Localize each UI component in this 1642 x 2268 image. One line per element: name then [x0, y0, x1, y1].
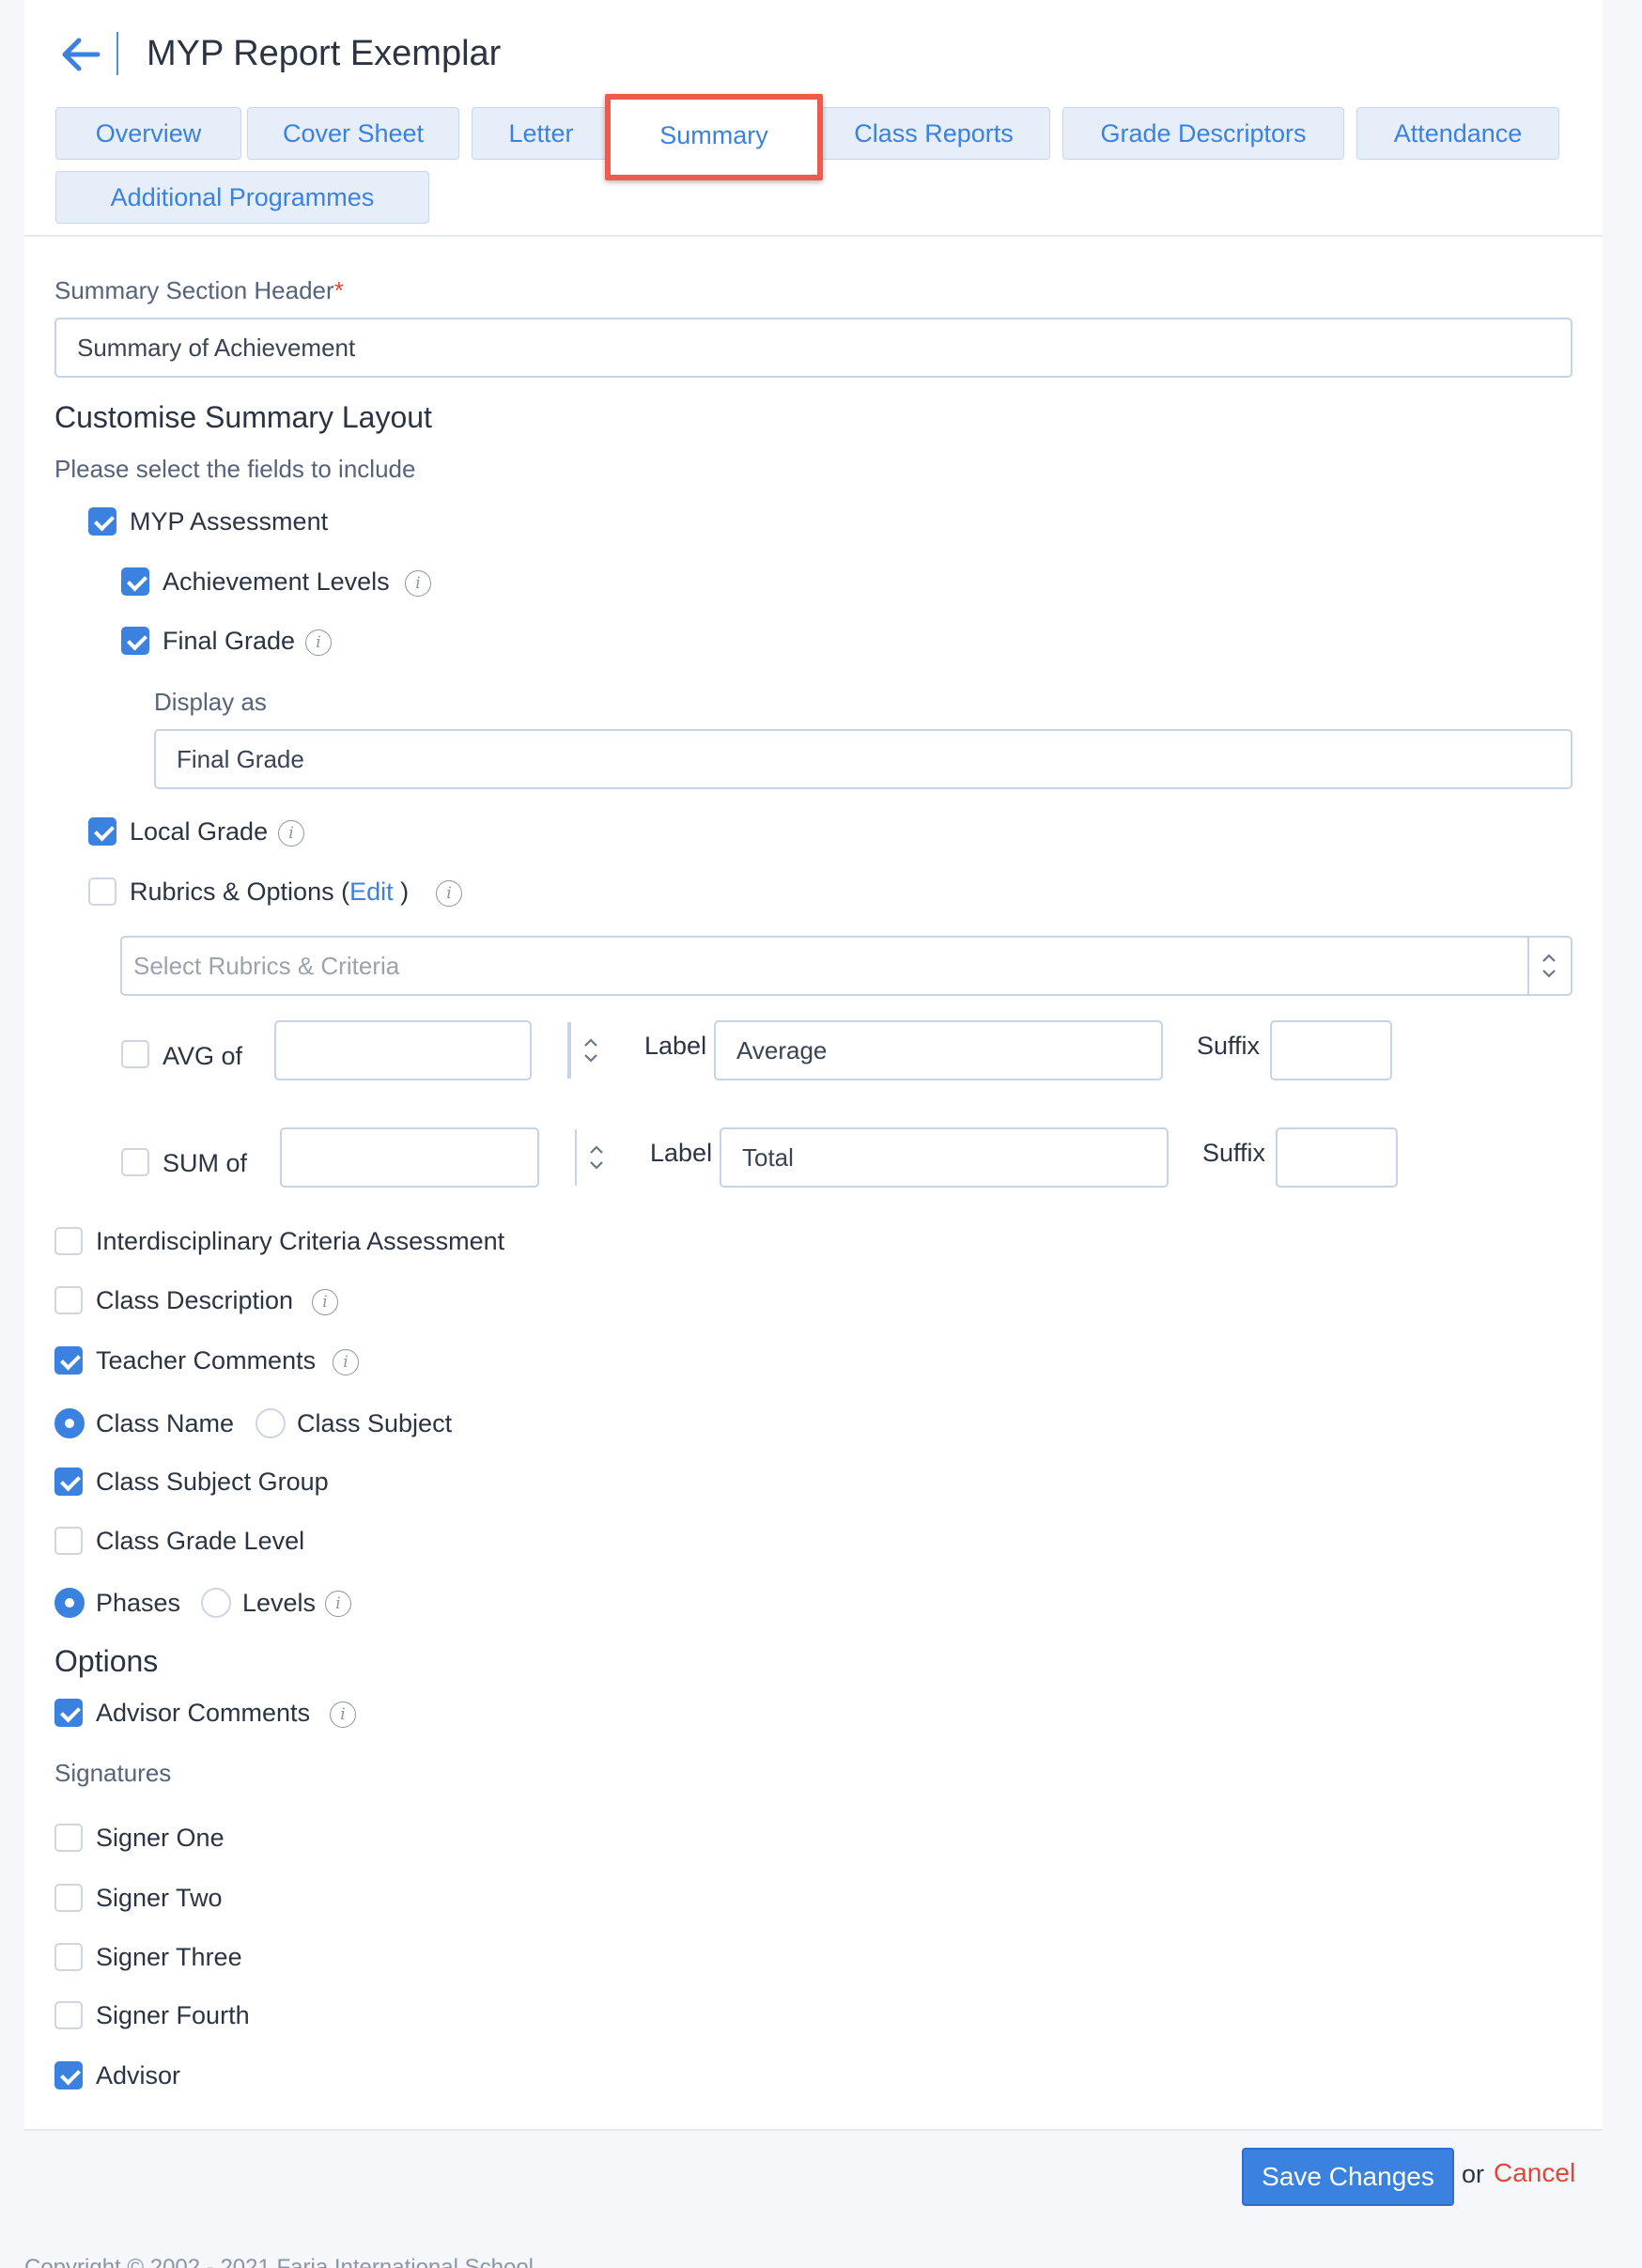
report-settings-card: MYP Report Exemplar Overview Cover Sheet… [24, 0, 1603, 2225]
tab-additional-programmes[interactable]: Additional Programmes [55, 171, 429, 224]
class-subject-group-checkbox[interactable] [54, 1468, 83, 1496]
sum-of-label: SUM of [163, 1149, 248, 1177]
header-divider [116, 32, 118, 75]
class-name-label: Class Name [96, 1409, 235, 1437]
rubrics-edit-link[interactable]: Edit [349, 878, 394, 906]
class-grade-level-label: Class Grade Level [96, 1527, 305, 1555]
avg-suffix-text: Suffix [1197, 1032, 1261, 1060]
class-description-checkbox[interactable] [54, 1286, 83, 1314]
signer-fourth-label: Signer Fourth [96, 2001, 250, 2029]
avg-label-text: Label [644, 1032, 707, 1060]
final-grade-checkbox[interactable] [121, 627, 149, 655]
interdisciplinary-label: Interdisciplinary Criteria Assessment [96, 1227, 505, 1255]
class-grade-level-checkbox[interactable] [54, 1527, 83, 1555]
signatures-title: Signatures [54, 1759, 172, 1787]
avg-suffix-input[interactable] [1270, 1020, 1392, 1080]
info-icon[interactable]: i [325, 1591, 351, 1617]
class-description-label: Class Description [96, 1286, 294, 1314]
display-as-label: Display as [154, 688, 267, 716]
final-grade-label: Final Grade [163, 627, 296, 655]
advisor-label: Advisor [96, 2061, 181, 2089]
signer-three-label: Signer Three [96, 1943, 242, 1971]
sum-label-text: Label [650, 1139, 713, 1167]
phases-label: Phases [96, 1589, 181, 1617]
avg-of-label: AVG of [163, 1042, 243, 1070]
signer-two-checkbox[interactable] [54, 1884, 83, 1912]
copyright-text: Copyright © 2002 - 2021 Faria Internatio… [24, 2255, 534, 2268]
sum-label-input[interactable]: Total [720, 1127, 1169, 1188]
teacher-comments-label: Teacher Comments [96, 1346, 317, 1375]
phases-radio[interactable] [54, 1588, 85, 1618]
signer-three-checkbox[interactable] [54, 1943, 83, 1971]
active-tab-highlight [605, 94, 823, 180]
select-updown-icon[interactable] [1527, 938, 1569, 994]
local-grade-checkbox[interactable] [88, 817, 116, 846]
achievement-levels-checkbox[interactable] [121, 567, 149, 596]
sum-of-number-input[interactable] [280, 1127, 539, 1188]
avg-label-input[interactable]: Average [714, 1020, 1163, 1080]
info-icon[interactable]: i [278, 820, 304, 847]
options-title: Options [54, 1644, 159, 1678]
tab-attendance[interactable]: Attendance [1356, 107, 1559, 160]
customise-layout-title: Customise Summary Layout [54, 400, 432, 434]
tabs-divider [24, 235, 1603, 237]
levels-radio[interactable] [201, 1588, 231, 1618]
save-changes-button[interactable]: Save Changes [1242, 2148, 1454, 2206]
advisor-checkbox[interactable] [54, 2061, 83, 2089]
number-spinner-icon[interactable] [569, 1022, 611, 1079]
class-subject-radio[interactable] [256, 1408, 286, 1438]
rubrics-options-label: Rubrics & Options (Edit ) [130, 876, 409, 908]
tab-overview[interactable]: Overview [55, 107, 241, 160]
achievement-levels-label: Achievement Levels [163, 567, 390, 596]
myp-assessment-label: MYP Assessment [130, 507, 329, 536]
advisor-comments-checkbox[interactable] [54, 1699, 83, 1727]
myp-assessment-checkbox[interactable] [88, 507, 116, 536]
tab-grade-descriptors[interactable]: Grade Descriptors [1062, 107, 1344, 160]
page-title: MYP Report Exemplar [147, 34, 502, 73]
levels-label: Levels [242, 1589, 317, 1617]
advisor-comments-label: Advisor Comments [96, 1699, 311, 1727]
back-arrow-icon[interactable] [53, 28, 109, 81]
class-name-radio[interactable] [54, 1408, 85, 1438]
local-grade-label: Local Grade [130, 817, 269, 846]
tab-class-reports[interactable]: Class Reports [817, 107, 1050, 160]
sum-of-checkbox[interactable] [121, 1148, 149, 1176]
rubrics-label-suffix: ) [393, 878, 410, 906]
teacher-comments-checkbox[interactable] [54, 1346, 83, 1375]
display-as-input[interactable]: Final Grade [154, 729, 1572, 789]
sum-suffix-text: Suffix [1202, 1139, 1266, 1167]
signer-two-label: Signer Two [96, 1884, 223, 1912]
tab-letter[interactable]: Letter [472, 107, 611, 160]
signer-one-label: Signer One [96, 1824, 225, 1852]
summary-header-input[interactable]: Summary of Achievement [54, 318, 1572, 378]
info-icon[interactable]: i [436, 880, 462, 907]
signer-one-checkbox[interactable] [54, 1824, 83, 1852]
rubrics-label-prefix: Rubrics & Options ( [130, 878, 350, 906]
rubrics-criteria-select[interactable]: Select Rubrics & Criteria [120, 936, 1572, 996]
or-text: or [1462, 2160, 1485, 2188]
info-icon[interactable]: i [305, 629, 332, 656]
summary-header-label: Summary Section Header* [54, 276, 344, 305]
interdisciplinary-checkbox[interactable] [54, 1227, 83, 1255]
sum-suffix-input[interactable] [1276, 1127, 1398, 1188]
class-subject-label: Class Subject [297, 1409, 453, 1437]
info-icon[interactable]: i [330, 1701, 356, 1728]
number-spinner-icon[interactable] [575, 1129, 616, 1186]
avg-of-checkbox[interactable] [121, 1040, 149, 1068]
info-icon[interactable]: i [333, 1349, 359, 1375]
layout-hint: Please select the fields to include [54, 455, 416, 483]
tab-cover-sheet[interactable]: Cover Sheet [247, 107, 459, 160]
info-icon[interactable]: i [405, 570, 431, 597]
summary-header-label-text: Summary Section Header [54, 276, 334, 304]
info-icon[interactable]: i [312, 1289, 338, 1315]
class-subject-group-label: Class Subject Group [96, 1468, 329, 1496]
required-mark: * [333, 276, 344, 304]
avg-of-number-input[interactable] [274, 1020, 532, 1080]
rubrics-options-checkbox[interactable] [88, 878, 116, 906]
rubrics-select-placeholder: Select Rubrics & Criteria [133, 951, 400, 980]
cancel-link[interactable]: Cancel [1494, 2158, 1575, 2188]
signer-fourth-checkbox[interactable] [54, 2001, 83, 2029]
